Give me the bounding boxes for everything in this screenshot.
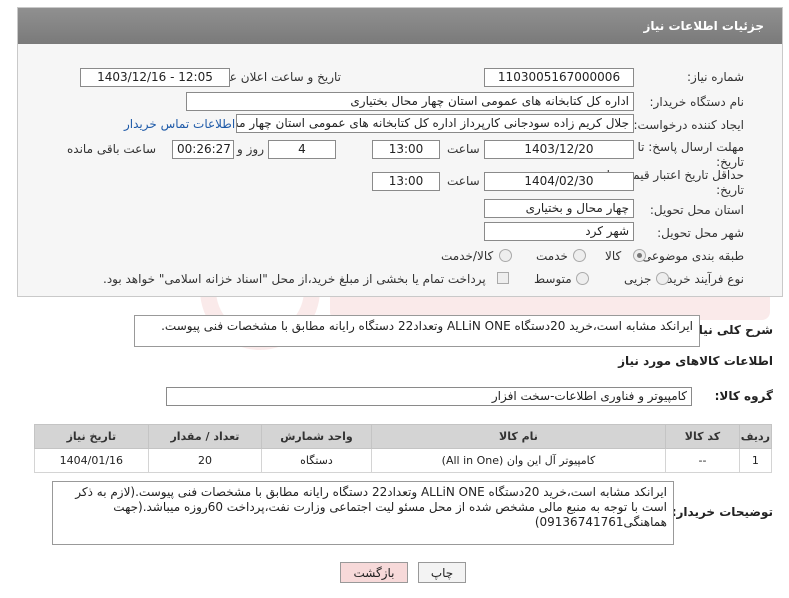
col-qty: تعداد / مقدار	[147, 424, 263, 449]
purchase-radio-minor[interactable]	[656, 272, 669, 285]
need-number-label: شماره نیاز:	[687, 70, 744, 84]
validity-date-field[interactable]: 1404/02/30	[484, 172, 634, 191]
reply-deadline-label: مهلت ارسال پاسخ: تا تاریخ:	[637, 140, 744, 169]
category-option-goods: کالا	[605, 249, 622, 263]
announce-field[interactable]: 1403/12/16 - 12:05	[80, 68, 230, 87]
col-code: کد کالا	[665, 424, 740, 449]
table-row[interactable]: 1 -- کامپیوتر آل این وان (All in One) دس…	[34, 448, 773, 473]
goods-group-field[interactable]: کامپیوتر و فناوری اطلاعات-سخت افزار	[166, 387, 692, 406]
purchase-radio-medium[interactable]	[576, 272, 589, 285]
col-row: ردیف	[738, 424, 773, 449]
category-label: طبقه بندی موضوعی:	[637, 249, 744, 263]
cell-code: --	[665, 448, 740, 473]
days-label: روز و	[237, 142, 264, 156]
goods-table: ردیف کد کالا نام کالا واحد شمارش تعداد /…	[34, 424, 773, 473]
buyer-org-field[interactable]: اداره کل کتابخانه های عمومی استان چهار م…	[186, 92, 634, 111]
reply-time-label: ساعت	[447, 142, 480, 156]
need-number-field[interactable]: 1103005167000006	[484, 68, 634, 87]
purchase-option-minor: جزیی	[624, 272, 652, 286]
treasury-checkbox[interactable]	[497, 272, 509, 284]
creator-label: ایجاد کننده درخواست:	[633, 118, 744, 132]
category-radio-service[interactable]	[573, 249, 586, 262]
province-label: استان محل تحویل:	[649, 203, 744, 217]
purchase-type-label: نوع فرآیند خرید :	[659, 272, 744, 286]
remaining-label: ساعت باقی مانده	[67, 142, 157, 156]
goods-info-title: اطلاعات کالاهای مورد نیاز	[618, 354, 773, 368]
buyer-notes-label: توضیحات خریدار:	[671, 505, 773, 519]
col-unit: واحد شمارش	[261, 424, 372, 449]
summary-textarea[interactable]: ایرانکد مشابه است،خرید 20دستگاه ALLiN ON…	[134, 315, 700, 347]
buyer-contact-link[interactable]: اطلاعات تماس خریدار	[124, 117, 235, 131]
treasury-note: پرداخت تمام یا بخشی از مبلغ خرید،از محل …	[103, 272, 486, 286]
province-field[interactable]: چهار محال و بختیاری	[484, 199, 634, 218]
validity-time-label: ساعت	[447, 174, 480, 188]
cell-qty: 20	[147, 448, 263, 473]
remaining-time-field[interactable]: 00:26:27	[172, 140, 234, 159]
col-name: نام کالا	[370, 424, 667, 449]
table-header-row: ردیف کد کالا نام کالا واحد شمارش تعداد /…	[34, 424, 773, 449]
category-option-both: کالا/خدمت	[441, 249, 494, 263]
buyer-notes-textarea[interactable]: ایرانکد مشابه است،خرید 20دستگاه ALLiN ON…	[52, 481, 674, 545]
reply-date-field[interactable]: 1403/12/20	[484, 140, 634, 159]
category-radio-goods[interactable]	[633, 249, 646, 262]
buyer-org-label: نام دستگاه خریدار:	[649, 95, 745, 109]
city-field[interactable]: شهر کرد	[484, 222, 634, 241]
creator-field[interactable]: جلال کریم زاده سودجانی کارپرداز اداره کل…	[236, 114, 634, 133]
cell-row: 1	[738, 448, 773, 473]
panel-title: جزئیات اطلاعات نیاز	[18, 8, 782, 44]
cell-unit: دستگاه	[261, 448, 372, 473]
days-field[interactable]: 4	[268, 140, 336, 159]
goods-group-label: گروه کالا:	[714, 389, 773, 403]
purchase-option-medium: متوسط	[534, 272, 572, 286]
print-button[interactable]: چاپ	[418, 562, 466, 583]
back-button[interactable]: بازگشت	[340, 562, 408, 583]
city-label: شهر محل تحویل:	[657, 226, 744, 240]
col-date: تاریخ نیاز	[34, 424, 149, 449]
category-option-service: خدمت	[536, 249, 568, 263]
cell-name: کامپیوتر آل این وان (All in One)	[370, 448, 667, 473]
validity-time-field[interactable]: 13:00	[372, 172, 440, 191]
category-radio-both[interactable]	[499, 249, 512, 262]
reply-time-field[interactable]: 13:00	[372, 140, 440, 159]
cell-date: 1404/01/16	[34, 448, 149, 473]
